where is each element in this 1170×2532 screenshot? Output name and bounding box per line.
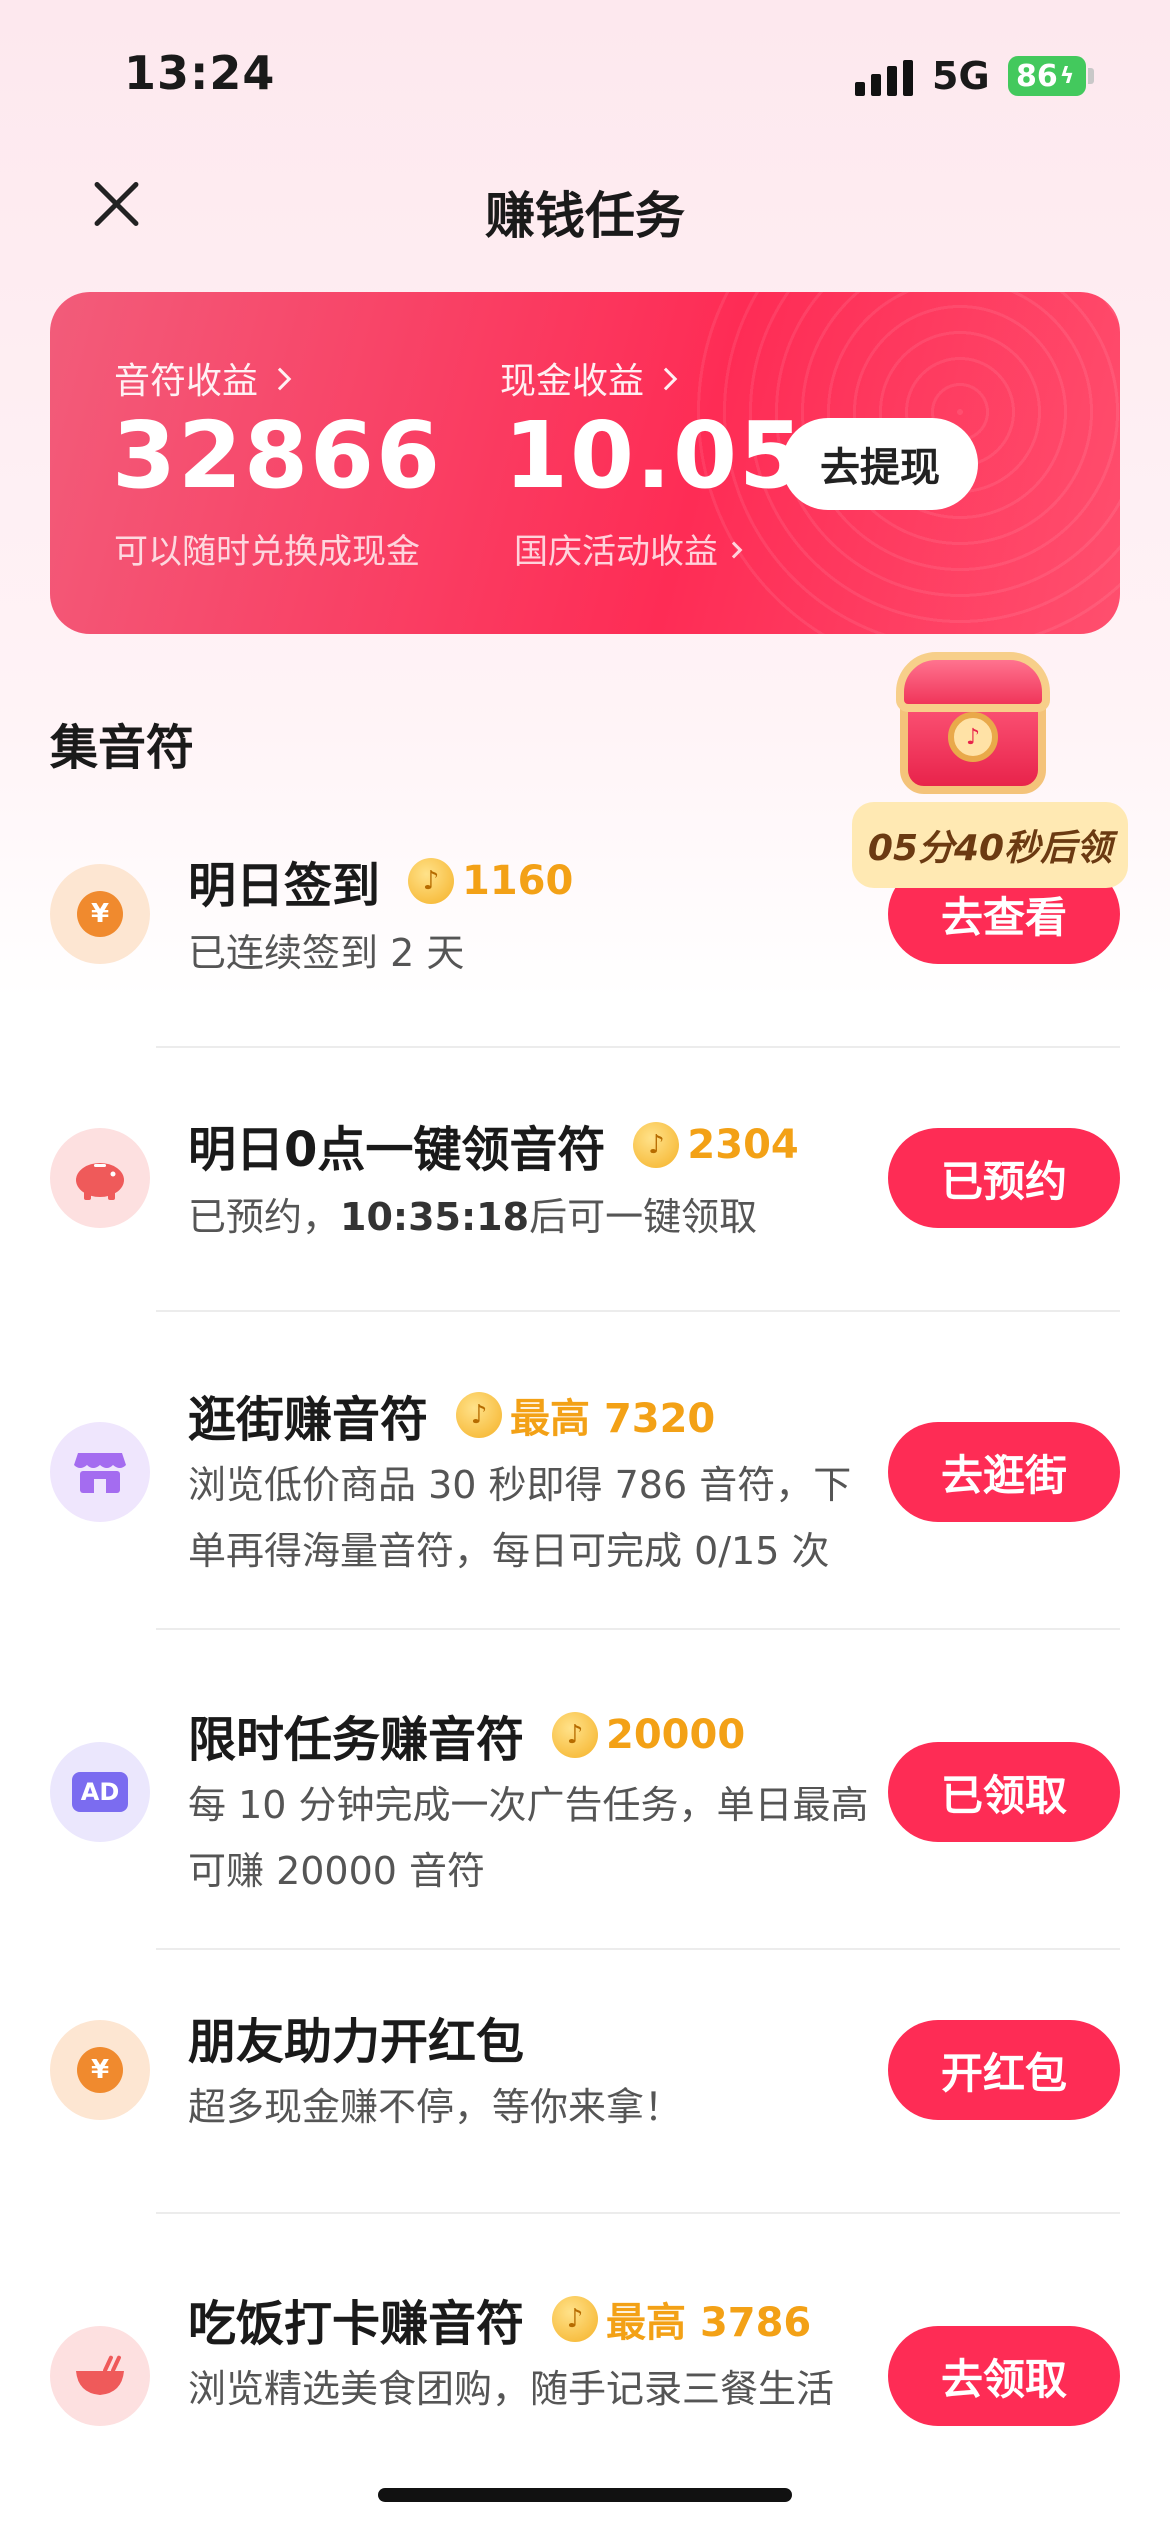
task-title-row: 限时任务赚音符 ♪ 20000 <box>188 1700 745 1770</box>
task-desc-prefix: 已预约， <box>188 1195 341 1239</box>
music-note-coin-icon: ♪ <box>633 1122 680 1168</box>
music-note-coin-icon: ♪ <box>552 1712 599 1758</box>
yuan-symbol: ¥ <box>77 2047 123 2093</box>
task-desc-suffix: 后可一键领取 <box>529 1195 758 1239</box>
task-title: 明日0点一键领音符 <box>188 1122 606 1178</box>
task-title-row: 朋友助力开红包 <box>188 2002 524 2072</box>
home-indicator <box>378 2488 792 2502</box>
national-day-earnings-link[interactable]: 国庆活动收益 <box>514 524 743 573</box>
divider <box>156 2212 1120 2214</box>
music-note-coin-icon: ♪ <box>456 1392 503 1438</box>
task-reward: ♪ 最高 3786 <box>552 2290 811 2348</box>
yuan-coin-icon: ¥ <box>50 864 150 964</box>
piggy-bank-icon <box>50 1128 150 1228</box>
chevron-right-icon <box>268 367 292 391</box>
task-title-row: 明日签到 ♪ 1160 <box>188 846 573 916</box>
task-desc: 浏览精选美食团购，随手记录三餐生活 <box>188 2367 835 2411</box>
task-reward-value: 1160 <box>462 858 574 904</box>
reserved-button[interactable]: 已预约 <box>888 1128 1120 1228</box>
task-desc: 超多现金赚不停，等你来拿！ <box>188 2085 683 2129</box>
status-bar: 13:24 5G 86 ϟ <box>0 0 1170 150</box>
shop-glyph <box>74 1453 126 1493</box>
divider <box>156 1628 1120 1630</box>
yuan-coin-icon: ¥ <box>50 2020 150 2120</box>
go-shopping-button[interactable]: 去逛街 <box>888 1422 1120 1522</box>
open-red-packet-button[interactable]: 开红包 <box>888 2020 1120 2120</box>
earnings-card: 音符收益 32866 可以随时兑换成现金 现金收益 10.05 国庆活动收益 去… <box>50 292 1120 634</box>
page-title: 赚钱任务 <box>485 187 685 245</box>
task-reward-value: 20000 <box>606 1712 746 1758</box>
task-reward: ♪ 20000 <box>552 1712 745 1758</box>
task-reward-value: 最高 7320 <box>510 1396 716 1442</box>
status-time: 13:24 <box>124 46 276 100</box>
task-title: 逛街赚音符 <box>188 1392 429 1448</box>
music-note-coin-icon: ♪ <box>408 858 455 904</box>
task-reward: ♪ 2304 <box>633 1122 799 1168</box>
divider <box>156 1948 1120 1950</box>
task-reward-value: 2304 <box>687 1122 799 1168</box>
task-reward: ♪ 最高 7320 <box>456 1386 715 1444</box>
battery-icon: 86 ϟ <box>1008 56 1086 96</box>
task-desc: 浏览低价商品 30 秒即得 786 音符，下单再得海量音符，每日可完成 0/15… <box>188 1463 852 1573</box>
ad-icon: AD <box>50 1742 150 1842</box>
national-day-earnings-label: 国庆活动收益 <box>514 532 718 572</box>
battery-cap <box>1088 68 1094 84</box>
yuan-symbol: ¥ <box>77 891 123 937</box>
cash-earnings-link[interactable]: 现金收益 <box>500 352 678 404</box>
task-title-row: 逛街赚音符 ♪ 最高 7320 <box>188 1380 715 1450</box>
battery-level: 86 <box>1016 58 1058 94</box>
task-title: 明日签到 <box>188 858 381 914</box>
cash-earnings-label: 现金收益 <box>500 361 645 402</box>
network-type: 5G <box>932 54 990 98</box>
ad-badge: AD <box>72 1772 128 1812</box>
task-desc: 已连续签到 2 天 <box>188 931 465 975</box>
chevron-right-icon <box>725 541 743 558</box>
notes-earnings-link[interactable]: 音符收益 <box>114 352 292 404</box>
divider <box>156 1046 1120 1048</box>
task-title-row: 吃饭打卡赚音符 ♪ 最高 3786 <box>188 2284 811 2354</box>
task-title-row: 明日0点一键领音符 ♪ 2304 <box>188 1110 799 1180</box>
chest-timer[interactable]: 05分40秒后领 <box>852 802 1128 888</box>
claim-button[interactable]: 去领取 <box>888 2326 1120 2426</box>
piggy-bank-glyph <box>76 1163 124 1200</box>
notes-earnings-value: 32866 <box>112 402 443 509</box>
withdraw-button[interactable]: 去提现 <box>782 418 978 510</box>
bowl-glyph <box>76 2355 124 2395</box>
music-note-icon: ♪ <box>948 712 998 762</box>
task-title: 吃饭打卡赚音符 <box>188 2296 525 2352</box>
claimed-button[interactable]: 已领取 <box>888 1742 1120 1842</box>
shop-icon <box>50 1422 150 1522</box>
notes-earnings-label: 音符收益 <box>114 361 259 402</box>
task-reward: ♪ 1160 <box>408 858 573 904</box>
cash-earnings-value: 10.05 <box>504 402 806 509</box>
task-desc: 已预约，10:35:18后可一键领取 <box>188 1184 878 1250</box>
notes-earnings-note: 可以随时兑换成现金 <box>114 532 420 572</box>
music-note-coin-icon: ♪ <box>552 2296 599 2342</box>
divider <box>156 1310 1120 1312</box>
task-title: 限时任务赚音符 <box>188 1712 525 1768</box>
section-title: 集音符 <box>50 720 195 776</box>
treasure-chest-icon[interactable]: ♪ <box>892 652 1054 800</box>
countdown-time: 10:35:18 <box>340 1195 530 1239</box>
chest-lid <box>896 652 1050 712</box>
task-desc: 每 10 分钟完成一次广告任务，单日最高可赚 20000 音符 <box>188 1783 869 1893</box>
signal-icon <box>855 60 915 96</box>
task-title: 朋友助力开红包 <box>188 2014 525 2070</box>
bowl-icon <box>50 2326 150 2426</box>
chevron-right-icon <box>654 367 678 391</box>
task-reward-value: 最高 3786 <box>606 2300 812 2346</box>
